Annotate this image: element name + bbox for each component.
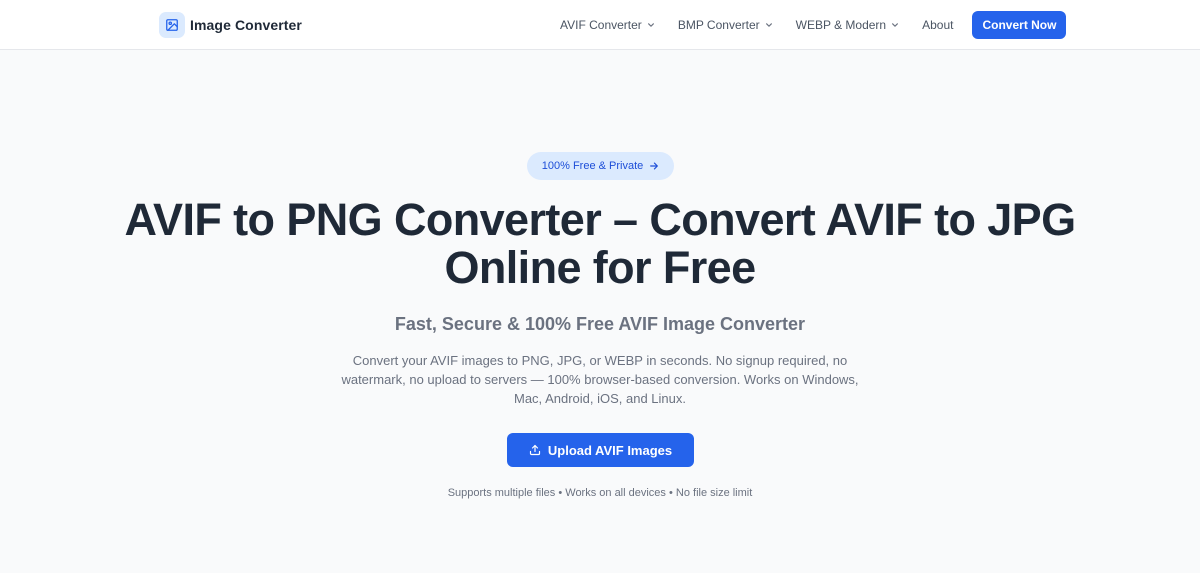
nav-bmp-converter[interactable]: BMP Converter [678,18,773,32]
nav-avif-converter-label: AVIF Converter [560,18,642,32]
image-icon [159,12,185,38]
chevron-down-icon [647,21,655,29]
brand-logo-link[interactable]: Image Converter [159,12,302,38]
chevron-down-icon [765,21,773,29]
chevron-down-icon [891,21,899,29]
upload-avif-button[interactable]: Upload AVIF Images [507,433,694,467]
nav-about-label: About [922,18,954,32]
free-private-badge[interactable]: 100% Free & Private [527,152,674,180]
brand-name: Image Converter [190,17,302,33]
page-subtitle: Fast, Secure & 100% Free AVIF Image Conv… [394,314,806,334]
badge-label: 100% Free & Private [541,160,644,172]
top-navbar: Image Converter AVIF Converter BMP Conve… [0,0,1200,50]
page-title: AVIF to PNG Converter – Convert AVIF to … [124,194,1077,293]
hero-description: Convert your AVIF images to PNG, JPG, or… [341,353,859,406]
support-note: Supports multiple files • Works on all d… [447,487,753,499]
convert-now-button[interactable]: Convert Now [972,11,1067,39]
nav-webp-modern[interactable]: WEBP & Modern [796,18,899,32]
nav-about[interactable]: About [922,18,953,32]
main-nav: AVIF Converter BMP Converter WEBP & Mode… [560,0,1067,50]
upload-button-label: Upload AVIF Images [547,442,673,458]
nav-bmp-converter-label: BMP Converter [677,18,760,32]
nav-webp-modern-label: WEBP & Modern [795,18,887,32]
nav-avif-converter[interactable]: AVIF Converter [560,18,655,32]
upload-icon [529,444,541,456]
arrow-right-icon [649,161,659,171]
